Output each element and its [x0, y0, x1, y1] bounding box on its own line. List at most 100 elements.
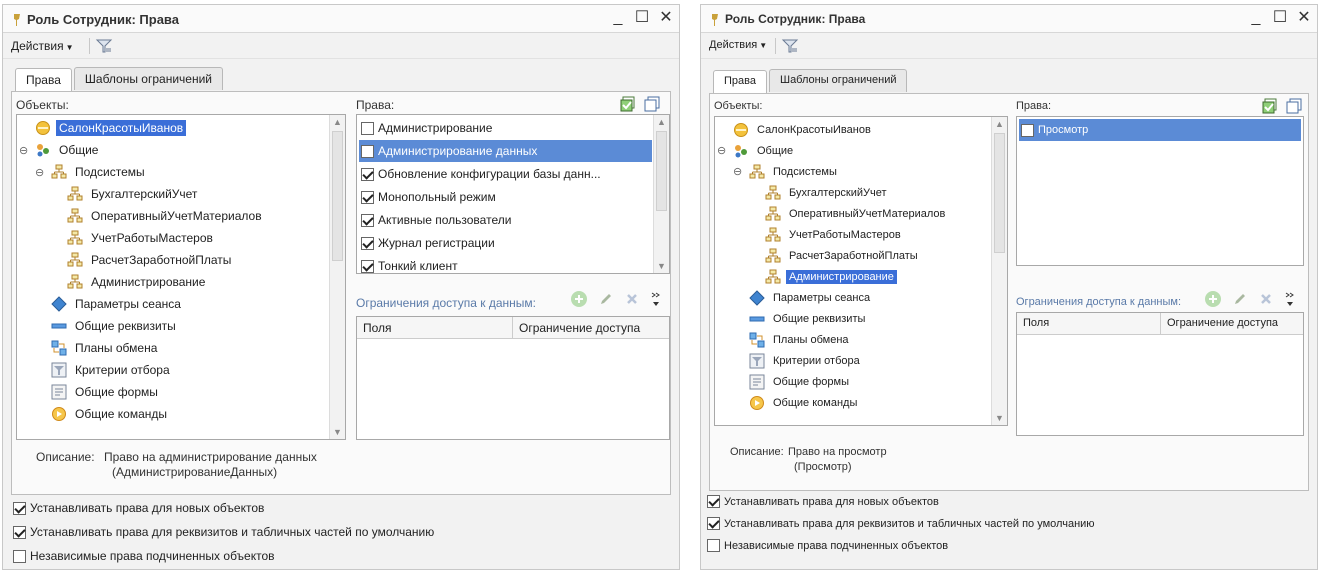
right-item[interactable]: Администрирование [359, 117, 652, 139]
right-checkbox[interactable] [361, 121, 374, 135]
column-access-restriction[interactable]: Ограничение доступа [1161, 313, 1303, 334]
tree-node[interactable]: Планы обмена [733, 329, 852, 350]
filter-icon[interactable] [95, 37, 113, 55]
actions-menu[interactable]: Действия ▼ [11, 39, 74, 53]
right-item[interactable]: Журнал регистрации [359, 232, 652, 254]
objects-tree-scrollbar[interactable]: ▲ ▼ [991, 117, 1007, 425]
tree-node[interactable]: Критерии отбора [35, 359, 173, 381]
scroll-down-icon[interactable]: ▼ [995, 413, 1004, 423]
tree-node[interactable]: УчетРаботыМастеров [749, 224, 904, 245]
tree-node[interactable]: ОперативныйУчетМатериалов [749, 203, 948, 224]
tree-node[interactable]: ⊖ Общие [19, 139, 101, 161]
option-new-objects-checkbox[interactable] [13, 501, 26, 515]
collapse-toggle-icon[interactable]: ⊖ [717, 144, 729, 157]
tree-node[interactable]: Общие реквизиты [733, 308, 868, 329]
clear-all-rights-icon[interactable] [644, 96, 660, 112]
scrollbar-thumb[interactable] [332, 131, 343, 261]
set-all-rights-icon[interactable] [1262, 98, 1278, 114]
right-checkbox[interactable] [361, 259, 374, 273]
more-actions-icon[interactable] [650, 290, 662, 308]
right-checkbox[interactable] [1021, 123, 1034, 137]
tab-restriction-templates[interactable]: Шаблоны ограничений [768, 69, 908, 92]
tree-node[interactable]: Общие формы [733, 371, 852, 392]
right-checkbox[interactable] [361, 167, 374, 181]
objects-tree[interactable]: СалонКрасотыИванов ⊖ Общие ⊖ Подсистемы Бухга… [714, 116, 1008, 426]
right-item[interactable]: Обновление конфигурации базы данн... [359, 163, 652, 185]
right-item[interactable]: Активные пользователи [359, 209, 652, 231]
right-checkbox[interactable] [361, 213, 374, 227]
tree-node[interactable]: СалонКрасотыИванов [19, 117, 187, 139]
collapse-toggle-icon[interactable]: ⊖ [19, 144, 31, 157]
minimize-icon[interactable]: _ [1247, 9, 1265, 27]
edit-restriction-icon[interactable] [598, 291, 614, 307]
collapse-toggle-icon[interactable]: ⊖ [733, 165, 745, 178]
minimize-icon[interactable]: _ [609, 9, 627, 27]
maximize-icon[interactable]: ☐ [1271, 9, 1289, 27]
tree-node[interactable]: БухгалтерскийУчет [51, 183, 200, 205]
tree-node[interactable]: Параметры сеанса [733, 287, 873, 308]
tree-node[interactable]: Общие команды [733, 392, 860, 413]
right-item[interactable]: Просмотр [1019, 119, 1301, 141]
scrollbar-thumb[interactable] [656, 131, 667, 211]
rights-list[interactable]: Просмотр [1016, 116, 1304, 266]
collapse-toggle-icon[interactable]: ⊖ [35, 166, 47, 179]
tree-node[interactable]: УчетРаботыМастеров [51, 227, 216, 249]
tab-rights[interactable]: Права [713, 70, 767, 93]
right-checkbox[interactable] [361, 144, 374, 158]
set-all-rights-icon[interactable] [620, 96, 636, 112]
option-independent-rights[interactable]: Независимые права подчиненных объектов [13, 549, 275, 563]
edit-restriction-icon[interactable] [1232, 291, 1248, 307]
tree-node[interactable]: Общие реквизиты [35, 315, 179, 337]
tree-node[interactable]: ⊖ Подсистемы [733, 161, 840, 182]
tree-node[interactable]: Критерии отбора [733, 350, 863, 371]
column-fields[interactable]: Поля [1017, 313, 1161, 334]
tree-node[interactable]: РасчетЗаработнойПлаты [51, 249, 234, 271]
maximize-icon[interactable]: ☐ [633, 9, 651, 27]
restrictions-grid[interactable]: Поля Ограничение доступа [356, 316, 670, 440]
tree-node[interactable]: Администрирование [51, 271, 208, 293]
scroll-down-icon[interactable]: ▼ [333, 427, 342, 437]
tab-rights[interactable]: Права [15, 68, 72, 91]
option-new-objects[interactable]: Устанавливать права для новых объектов [13, 501, 264, 515]
column-fields[interactable]: Поля [357, 317, 513, 338]
more-actions-icon[interactable] [1284, 290, 1296, 308]
tree-node[interactable]: Параметры сеанса [35, 293, 184, 315]
tree-node[interactable]: СалонКрасотыИванов [717, 119, 874, 140]
objects-tree[interactable]: СалонКрасотыИванов ⊖ Общие ⊖ Подсистемы Бухга… [16, 114, 346, 440]
scroll-down-icon[interactable]: ▼ [657, 261, 666, 271]
option-default-attributes-checkbox[interactable] [707, 517, 720, 530]
pin-icon[interactable] [711, 14, 719, 26]
rights-list[interactable]: Администрирование Администрирование данны… [356, 114, 670, 274]
right-item[interactable]: Монопольный режим [359, 186, 652, 208]
tree-node[interactable]: Планы обмена [35, 337, 160, 359]
scroll-up-icon[interactable]: ▲ [995, 119, 1004, 129]
tree-node[interactable]: Общие команды [35, 403, 170, 425]
actions-menu[interactable]: Действия ▼ [709, 39, 767, 51]
column-access-restriction[interactable]: Ограничение доступа [513, 317, 669, 338]
right-item[interactable]: Администрирование данных [359, 140, 652, 162]
right-checkbox[interactable] [361, 236, 374, 250]
tree-node[interactable]: БухгалтерскийУчет [749, 182, 890, 203]
tab-restriction-templates[interactable]: Шаблоны ограничений [73, 67, 223, 90]
right-item[interactable]: Тонкий клиент [359, 255, 652, 273]
rights-list-scrollbar[interactable]: ▲ ▼ [653, 115, 669, 273]
pin-icon[interactable] [13, 14, 21, 26]
scroll-up-icon[interactable]: ▲ [333, 117, 342, 127]
option-new-objects-checkbox[interactable] [707, 495, 720, 508]
option-independent-rights[interactable]: Независимые права подчиненных объектов [707, 539, 948, 552]
tree-node[interactable]: ⊖ Общие [717, 140, 796, 161]
option-independent-rights-checkbox[interactable] [707, 539, 720, 552]
tree-node[interactable]: РасчетЗаработнойПлаты [749, 245, 921, 266]
delete-restriction-icon[interactable] [624, 291, 640, 307]
option-independent-rights-checkbox[interactable] [13, 549, 26, 563]
option-default-attributes-checkbox[interactable] [13, 525, 26, 539]
scroll-up-icon[interactable]: ▲ [657, 117, 666, 127]
tree-node[interactable]: Общие формы [35, 381, 161, 403]
tree-node[interactable]: ОперативныйУчетМатериалов [51, 205, 265, 227]
clear-all-rights-icon[interactable] [1286, 98, 1302, 114]
scrollbar-thumb[interactable] [994, 133, 1005, 253]
restrictions-grid[interactable]: Поля Ограничение доступа [1016, 312, 1304, 436]
objects-tree-scrollbar[interactable]: ▲ ▼ [329, 115, 345, 439]
delete-restriction-icon[interactable] [1258, 291, 1274, 307]
filter-icon[interactable] [781, 37, 799, 55]
